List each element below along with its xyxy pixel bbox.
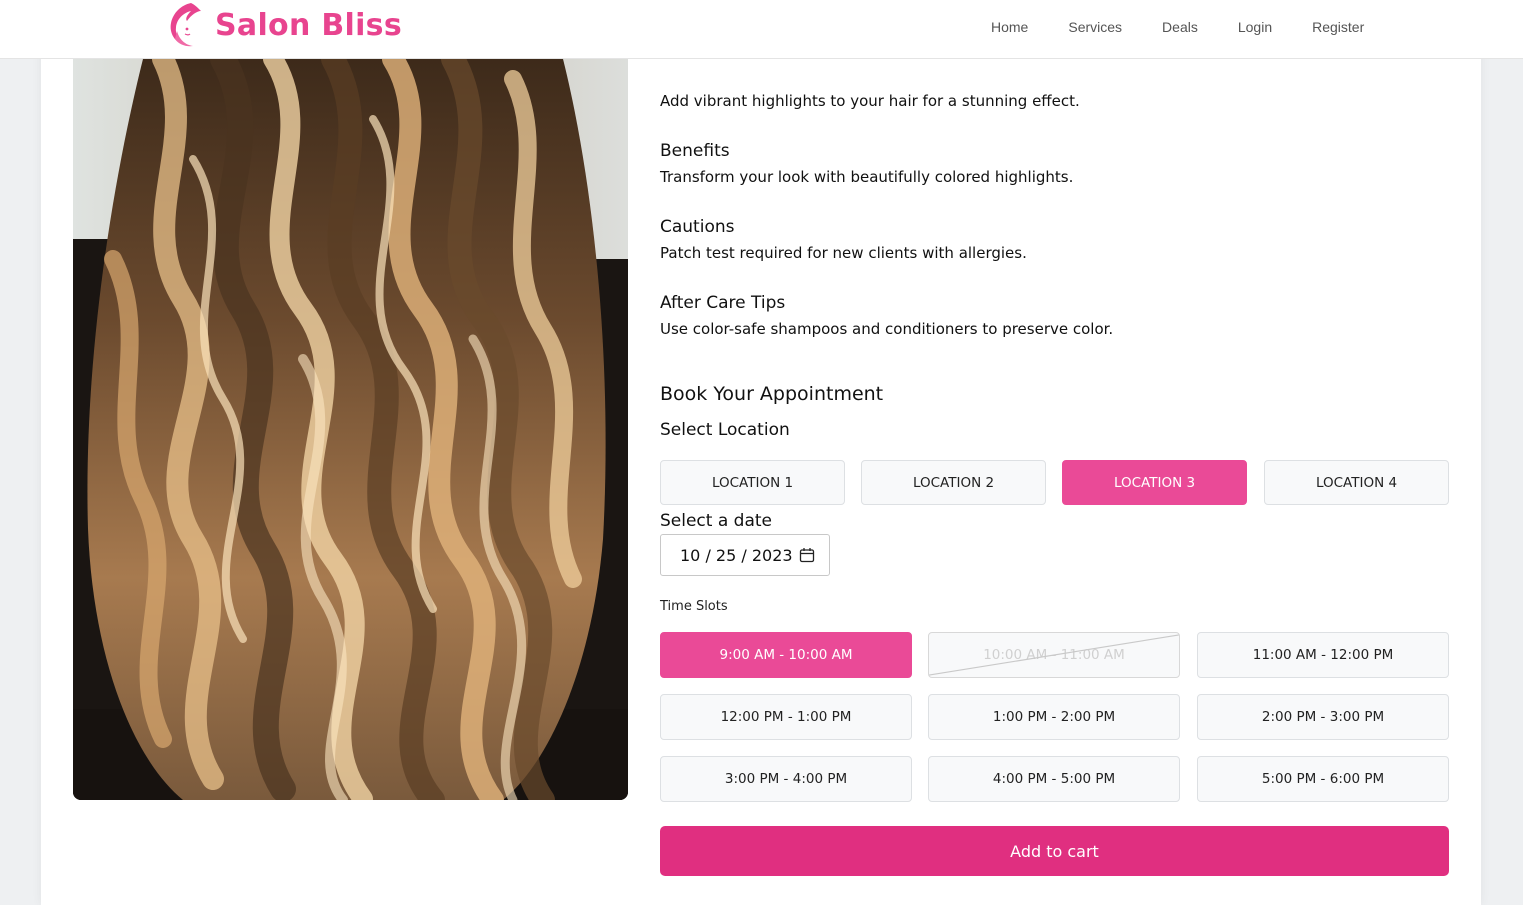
nav-home[interactable]: Home [991,19,1028,35]
benefits-text: Transform your look with beautifully col… [660,168,1074,186]
nav-deals[interactable]: Deals [1162,19,1198,35]
unavailable-strike-icon [929,634,1179,676]
cautions-text: Patch test required for new clients with… [660,244,1027,262]
slot-3pm[interactable]: 3:00 PM - 4:00 PM [660,756,912,802]
nav-links: Home Services Deals Login Register [991,19,1404,35]
location-1-button[interactable]: LOCATION 1 [660,460,845,505]
brand-name: Salon Bliss [215,7,402,43]
location-2-button[interactable]: LOCATION 2 [861,460,1046,505]
calendar-icon[interactable] [799,547,815,563]
slot-5pm[interactable]: 5:00 PM - 6:00 PM [1197,756,1449,802]
date-value: 10 / 25 / 2023 [680,545,793,565]
service-description: Add vibrant highlights to your hair for … [660,92,1080,110]
brand-logo[interactable]: Salon Bliss [163,0,402,50]
slot-9am[interactable]: 9:00 AM - 10:00 AM [660,632,912,678]
aftercare-title: After Care Tips [660,293,786,313]
slot-12pm[interactable]: 12:00 PM - 1:00 PM [660,694,912,740]
date-label: Select a date [660,511,773,531]
slot-2pm[interactable]: 2:00 PM - 3:00 PM [1197,694,1449,740]
cautions-title: Cautions [660,217,735,237]
slot-10am-unavailable: 10:00 AM - 11:00 AM [928,632,1180,678]
date-input[interactable]: 10 / 25 / 2023 [660,534,830,576]
aftercare-text: Use color-safe shampoos and conditioners… [660,320,1114,338]
location-3-button[interactable]: LOCATION 3 [1062,460,1247,505]
service-photo [73,59,628,800]
wavy-hair-image [73,59,628,800]
location-4-button[interactable]: LOCATION 4 [1264,460,1449,505]
booking-title: Book Your Appointment [660,383,884,405]
nav-register[interactable]: Register [1312,19,1364,35]
nav-login[interactable]: Login [1238,19,1272,35]
time-slots-label: Time Slots [660,599,728,614]
slot-11am[interactable]: 11:00 AM - 12:00 PM [1197,632,1449,678]
woman-face-logo-icon [170,3,201,47]
nav-services[interactable]: Services [1068,19,1122,35]
add-to-cart-button[interactable]: Add to cart [660,826,1449,876]
benefits-title: Benefits [660,141,730,161]
slot-1pm[interactable]: 1:00 PM - 2:00 PM [928,694,1180,740]
navbar: Salon Bliss Home Services Deals Login Re… [0,0,1523,59]
location-label: Select Location [660,420,790,440]
slot-4pm[interactable]: 4:00 PM - 5:00 PM [928,756,1180,802]
